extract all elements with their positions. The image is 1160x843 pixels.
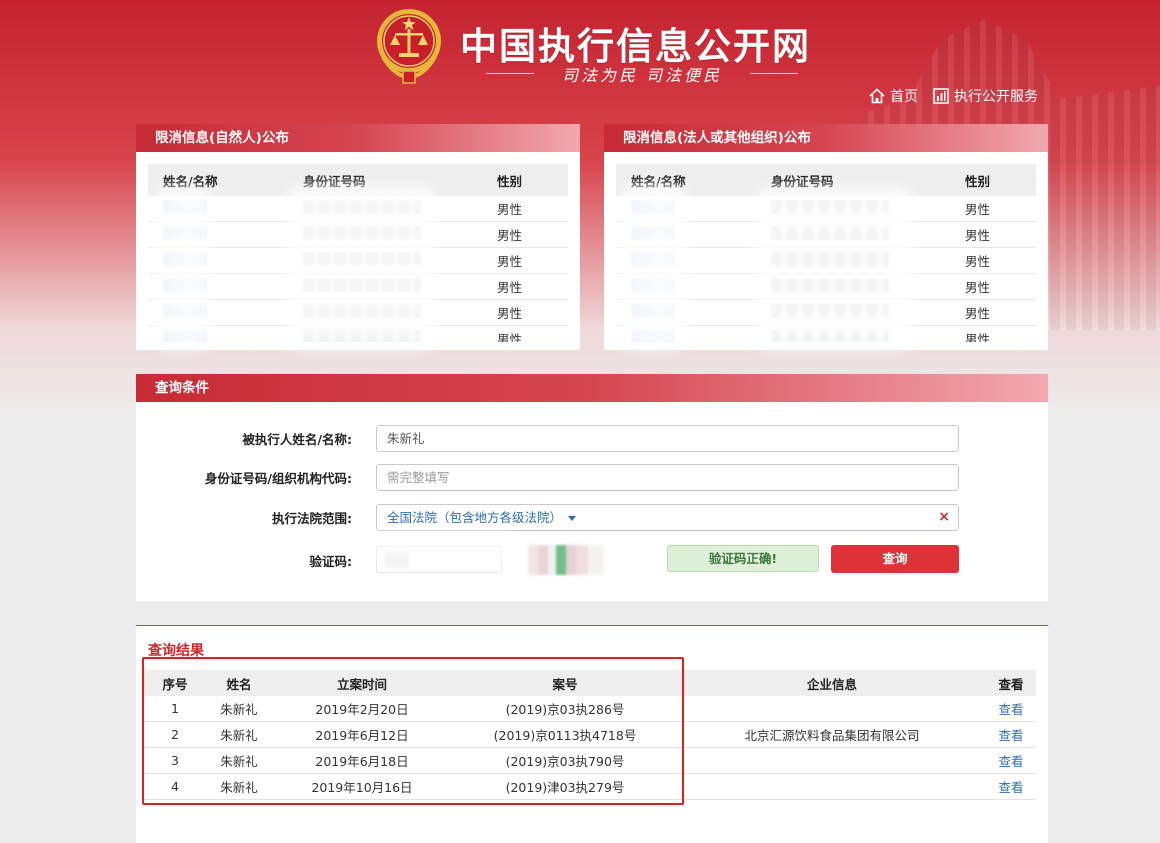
row-company: 北京汇源饮料食品集团有限公司 (744, 728, 920, 743)
row-filing-date: 2019年6月12日 (315, 728, 409, 743)
column-header-view: 查看 (998, 676, 1024, 692)
view-link[interactable]: 查看 (986, 699, 1036, 718)
results-panel: 查询结果 序号 姓名 立案时间 案号 企业信息 查看 1 朱新礼 2019年2月… (136, 625, 1048, 843)
gender-cell: 男性 (965, 280, 991, 295)
row-filing-date: 2019年10月16日 (311, 780, 413, 795)
privacy-blur (152, 186, 212, 350)
results-table: 序号 姓名 立案时间 案号 企业信息 查看 1 朱新礼 2019年2月20日 (… (144, 670, 1036, 800)
nav-home-label: 首页 (890, 89, 918, 105)
gender-cell: 男性 (497, 202, 523, 217)
publication-legal-panel: 限消信息(法人或其他组织)公布 姓名/名称 身份证号码 性别 男性 男性 男性 … (604, 124, 1048, 350)
court-select[interactable]: 全国法院（包含地方各级法院） × (376, 504, 959, 531)
top-navigation: 首页 执行公开服务 (868, 86, 1038, 106)
publication-natural-panel: 限消信息(自然人)公布 姓名/名称 身份证号码 性别 男性 男性 男性 男性 男… (136, 124, 580, 350)
query-panel: 查询条件 被执行人姓名/名称: 朱新礼 身份证号码/组织机构代码: 需完整填写 … (136, 374, 1048, 601)
court-select-value: 全国法院（包含地方各级法院） (387, 510, 563, 525)
row-name: 朱新礼 (220, 702, 258, 717)
gender-cell: 男性 (965, 306, 991, 321)
privacy-blur (286, 184, 436, 350)
row-case-number: (2019)京0113执4718号 (493, 728, 637, 743)
view-link[interactable]: 查看 (986, 751, 1036, 770)
column-header-index: 序号 (162, 676, 188, 692)
row-case-number: (2019)京03执790号 (505, 754, 625, 769)
table-header: 序号 姓名 立案时间 案号 企业信息 查看 (144, 670, 1036, 696)
table-row: 4 朱新礼 2019年10月16日 (2019)津03执279号 查看 (144, 774, 1036, 800)
row-name: 朱新礼 (220, 780, 258, 795)
captcha-image[interactable] (528, 545, 604, 575)
national-court-emblem (377, 9, 441, 84)
clear-icon[interactable]: × (938, 505, 950, 530)
column-header-filing-date: 立案时间 (336, 676, 387, 692)
column-header-name: 姓名 (226, 676, 252, 692)
row-index: 1 (171, 701, 179, 716)
dropdown-caret-icon (568, 516, 577, 521)
site-slogan: 司法为民 司法便民 (486, 62, 798, 86)
column-header-company: 企业信息 (806, 676, 857, 692)
publication-legal-title: 限消信息(法人或其他组织)公布 (604, 124, 1048, 152)
view-link[interactable]: 查看 (986, 725, 1036, 744)
id-row: 身份证号码/组织机构代码: 需完整填写 (136, 464, 1048, 491)
query-button[interactable]: 查询 (831, 545, 959, 573)
nav-execution-service-label: 执行公开服务 (954, 89, 1038, 105)
name-label: 被执行人姓名/名称: (242, 432, 352, 447)
gender-cell: 男性 (965, 228, 991, 243)
gender-cell: 男性 (497, 228, 523, 243)
table-row: 3 朱新礼 2019年6月18日 (2019)京03执790号 查看 (144, 748, 1036, 774)
captcha-status-badge: 验证码正确! (667, 545, 819, 572)
privacy-blur (754, 186, 914, 350)
results-title: 查询结果 (148, 643, 204, 659)
nav-execution-service-link[interactable]: 执行公开服务 (932, 86, 1038, 106)
row-name: 朱新礼 (220, 728, 258, 743)
id-label: 身份证号码/组织机构代码: (204, 471, 352, 486)
court-row: 执行法院范围: 全国法院（包含地方各级法院） × (136, 504, 1048, 531)
id-input[interactable]: 需完整填写 (376, 464, 959, 491)
gender-cell: 男性 (497, 332, 523, 342)
row-case-number: (2019)津03执279号 (505, 780, 625, 795)
home-icon (869, 88, 885, 104)
privacy-blur (368, 534, 518, 578)
publication-natural-title: 限消信息(自然人)公布 (136, 124, 580, 152)
row-index: 2 (171, 727, 179, 742)
nav-home-link[interactable]: 首页 (868, 86, 918, 106)
column-header-gender: 性别 (965, 173, 991, 189)
captcha-label: 验证码: (309, 553, 353, 569)
gender-cell: 男性 (497, 254, 523, 269)
row-name: 朱新礼 (220, 754, 258, 769)
gender-cell: 男性 (965, 202, 991, 217)
table-row: 2 朱新礼 2019年6月12日 (2019)京0113执4718号 北京汇源饮… (144, 722, 1036, 748)
gender-cell: 男性 (497, 306, 523, 321)
row-case-number: (2019)京03执286号 (505, 702, 625, 717)
table-row: 1 朱新礼 2019年2月20日 (2019)京03执286号 查看 (144, 696, 1036, 722)
bar-chart-icon (933, 88, 949, 104)
captcha-row: 验证码: 验证码正确! 查询 (136, 545, 1048, 575)
row-filing-date: 2019年6月18日 (315, 754, 409, 769)
gender-cell: 男性 (965, 254, 991, 269)
gender-cell: 男性 (965, 332, 991, 342)
name-input[interactable]: 朱新礼 (376, 425, 959, 452)
view-link[interactable]: 查看 (986, 777, 1036, 796)
row-index: 3 (171, 753, 179, 768)
column-header-gender: 性别 (497, 173, 523, 189)
name-row: 被执行人姓名/名称: 朱新礼 (136, 425, 1048, 452)
privacy-blur (618, 184, 688, 350)
query-panel-title: 查询条件 (136, 374, 1048, 402)
row-filing-date: 2019年2月20日 (315, 702, 409, 717)
court-label: 执行法院范围: (272, 511, 352, 526)
column-header-case-number: 案号 (552, 676, 578, 692)
row-index: 4 (171, 779, 179, 794)
gender-cell: 男性 (497, 280, 523, 295)
